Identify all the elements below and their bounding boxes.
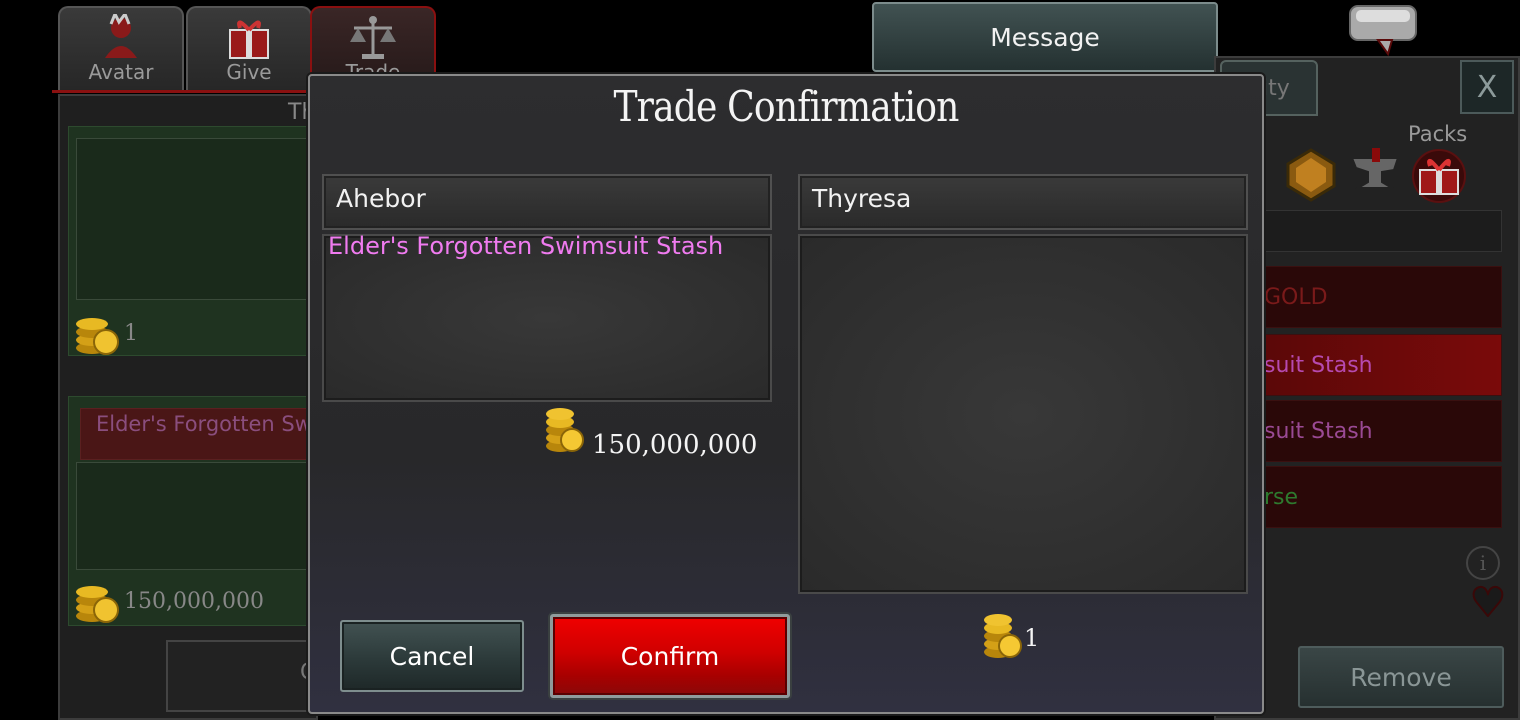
left-panel-button[interactable] (166, 640, 316, 712)
confirm-button[interactable]: Confirm (550, 614, 790, 698)
cancel-button[interactable]: Cancel (340, 620, 524, 692)
tab-underline (52, 90, 312, 93)
left-gold-offer: 150,000,000 (544, 406, 757, 460)
shop-row-gold-label: GOLD (1264, 284, 1328, 310)
shop-row-gold[interactable]: GOLD (1255, 266, 1502, 328)
shop-row-swimsuit-stash-1[interactable]: suit Stash (1255, 334, 1502, 396)
dialog-title: Trade Confirmation (613, 82, 959, 131)
gold-coins-icon (76, 586, 119, 623)
left-gold-amount: 150,000,000 (592, 430, 758, 460)
right-gold-amount: 1 (1024, 624, 1040, 652)
packs-label: Packs (1408, 122, 1468, 146)
my-offer-gold-amount: 1 (124, 320, 138, 346)
shop-row-swimsuit-stash-1-label: suit Stash (1264, 352, 1373, 378)
close-button[interactable]: X (1460, 60, 1514, 114)
left-item-name[interactable]: Elder's Forgotten Swimsuit Stash (328, 232, 723, 260)
message-button[interactable]: Message (872, 2, 1218, 72)
shop-row-swimsuit-stash-2[interactable]: suit Stash (1255, 400, 1502, 462)
right-gold-offer: 1 (982, 612, 1039, 660)
chat-bubble-icon[interactable] (1348, 4, 1418, 57)
shop-search-bar[interactable] (1260, 210, 1502, 252)
gold-coins-icon (76, 318, 119, 355)
heart-icon[interactable]: ♥ (1469, 579, 1507, 627)
my-offer-gold: 1 (72, 310, 138, 356)
left-player-name: Ahebor (322, 174, 772, 230)
shop-row-purse[interactable]: rse (1255, 466, 1502, 528)
info-icon[interactable]: i (1466, 546, 1500, 580)
anvil-icon[interactable] (1348, 148, 1402, 202)
their-offer-gold: 150,000,000 (72, 578, 264, 624)
shop-row-swimsuit-stash-2-label: suit Stash (1264, 418, 1373, 444)
tab-give-label: Give (226, 60, 272, 84)
remove-button[interactable]: Remove (1298, 646, 1504, 708)
their-offer-gold-amount: 150,000,000 (124, 588, 264, 614)
their-offer-items (76, 462, 316, 570)
shop-row-purse-label: rse (1264, 484, 1299, 510)
tab-avatar[interactable]: Avatar (58, 6, 184, 92)
gift-pack-icon[interactable] (1410, 148, 1468, 214)
tab-give[interactable]: Give (186, 6, 312, 92)
my-offer-items (76, 138, 316, 300)
their-offer-item: Elder's Forgotten Sw (96, 412, 308, 436)
right-player-name: Thyresa (798, 174, 1248, 230)
right-items-box (798, 234, 1248, 594)
gem-icon[interactable] (1284, 148, 1338, 212)
gold-coins-icon (984, 614, 1022, 658)
tab-avatar-label: Avatar (88, 60, 154, 84)
gold-coins-icon (546, 408, 584, 452)
